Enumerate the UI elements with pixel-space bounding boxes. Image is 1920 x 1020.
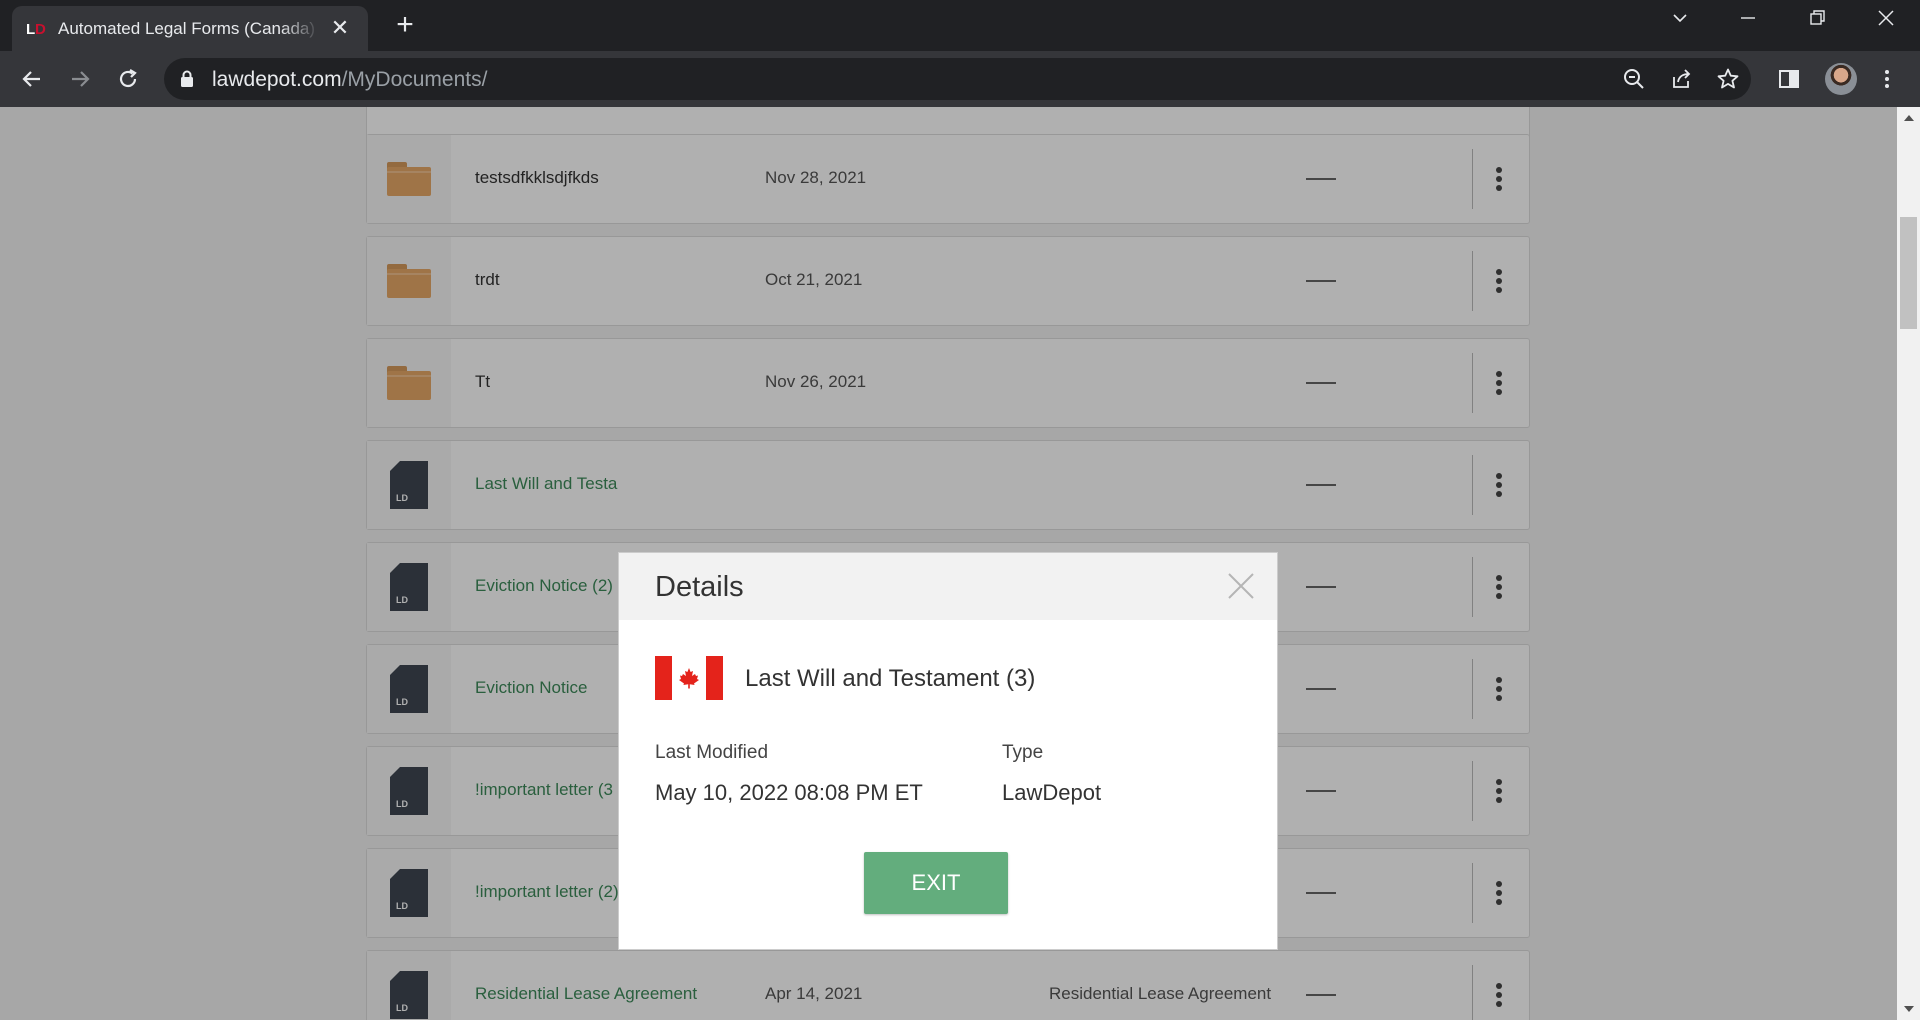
new-tab-icon[interactable]: + [390,10,420,40]
document-name: Last Will and Testament (3) [745,665,1036,692]
tab-title: Automated Legal Forms (Canada) [58,18,316,38]
last-modified-label: Last Modified [655,742,769,763]
url-path: /MyDocuments/ [341,68,488,91]
zoom-icon[interactable] [1622,67,1646,91]
details-modal: Details Last Will and Testament (3) Last… [618,552,1278,950]
canada-flag-icon [655,656,723,700]
scroll-down-arrow-icon[interactable] [1897,998,1920,1020]
reload-icon[interactable] [110,61,146,97]
last-modified-value: May 10, 2022 08:08 PM ET [655,780,923,805]
forward-arrow-icon[interactable] [62,61,98,97]
browser-toolbar: lawdepot.com/MyDocuments/ [0,51,1920,107]
type-label: Type [1002,742,1044,763]
restore-icon[interactable] [1797,8,1837,38]
bookmark-star-icon[interactable] [1716,67,1740,91]
scroll-up-arrow-icon[interactable] [1897,107,1920,129]
side-panel-icon[interactable] [1777,67,1801,91]
url-domain: lawdepot.com [212,68,342,91]
modal-close-icon[interactable] [1227,572,1255,600]
modal-title: Details [655,571,744,603]
modal-header: Details [619,553,1277,620]
more-menu-icon[interactable] [1875,67,1899,91]
lock-icon [181,70,193,87]
browser-tab-strip: LD Automated Legal Forms (Canada) ✕ + [0,0,1920,51]
my-documents-page: testsdfkklsdjfkds Nov 28, 2021 trdt Oct 21,… [0,107,1897,1020]
scrollbar-thumb[interactable] [1900,217,1917,329]
share-icon[interactable] [1670,67,1694,91]
page-scrollbar[interactable] [1897,107,1920,1020]
profile-avatar[interactable] [1825,63,1857,95]
window-close-icon[interactable] [1866,8,1906,38]
url-text: lawdepot.com/MyDocuments/ [212,68,487,92]
back-arrow-icon[interactable] [14,61,50,97]
tab-close-icon[interactable]: ✕ [328,16,352,40]
tab-search-icon[interactable] [1660,8,1700,38]
address-bar[interactable]: lawdepot.com/MyDocuments/ [164,58,1751,100]
browser-tab[interactable]: LD Automated Legal Forms (Canada) ✕ [12,6,368,51]
lawdepot-favicon-icon: LD [26,20,46,38]
minimize-icon[interactable] [1728,8,1768,38]
exit-button[interactable]: EXIT [864,852,1008,914]
type-value: LawDepot [1002,780,1102,805]
